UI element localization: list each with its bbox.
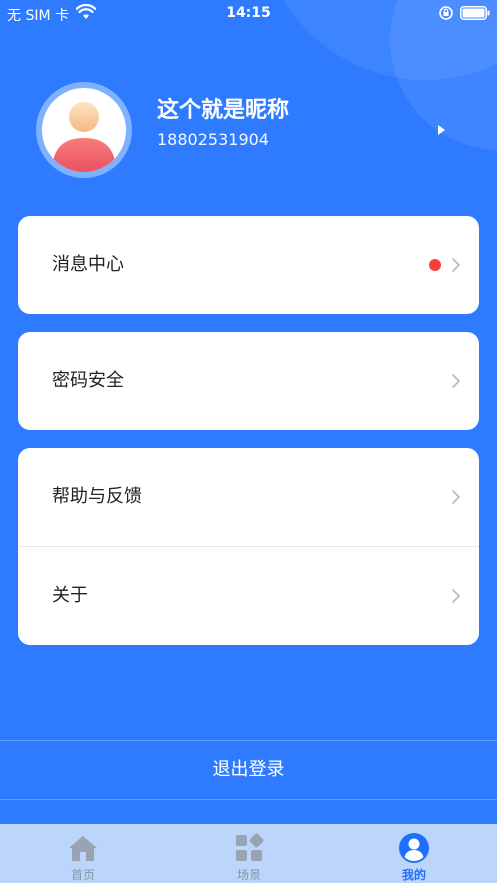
profile-screen: 无 SIM 卡 14:15 这个就是昵称 18802531904 消息中心 密码… [0,0,497,883]
menu-item-label: 帮助与反馈 [52,486,142,507]
tab-label: 场景 [236,868,261,882]
tab-bar: 首页 场景 我的 [0,824,497,883]
user-icon [399,833,429,863]
menu-item-label: 消息中心 [52,254,124,275]
menu-card-messages: 消息中心 [18,216,479,314]
menu-item-label: 密码安全 [52,370,124,391]
chevron-right-icon [452,490,460,504]
menu-item-message-center[interactable]: 消息中心 [18,216,479,314]
tab-home[interactable]: 首页 [0,824,166,883]
chevron-right-icon [452,258,460,272]
home-icon [69,836,97,861]
menu-card-support: 帮助与反馈 关于 [18,448,479,645]
status-time: 14:15 [226,5,271,21]
avatar[interactable] [36,82,132,178]
unread-badge [429,259,441,271]
menu-item-label: 关于 [52,585,88,606]
logout-button[interactable]: 退出登录 [0,741,497,799]
battery-icon [460,6,490,20]
phone-number: 18802531904 [157,130,269,149]
status-bar: 无 SIM 卡 14:15 [0,0,497,28]
grid-icon [236,833,264,861]
user-avatar-icon [52,102,116,172]
menu-item-about[interactable]: 关于 [18,547,479,645]
menu-card-security: 密码安全 [18,332,479,430]
tab-mine[interactable]: 我的 [331,824,497,883]
profile-arrow-icon[interactable] [438,125,445,135]
tab-scene[interactable]: 场景 [166,824,332,883]
tab-label: 首页 [70,868,95,882]
menu-item-password-security[interactable]: 密码安全 [18,332,479,430]
nickname: 这个就是昵称 [157,98,290,123]
chevron-right-icon [452,374,460,388]
divider [0,799,497,800]
tab-label: 我的 [401,868,426,882]
rotation-lock-icon [439,6,453,20]
menu-item-help-feedback[interactable]: 帮助与反馈 [18,448,479,546]
chevron-right-icon [452,589,460,603]
